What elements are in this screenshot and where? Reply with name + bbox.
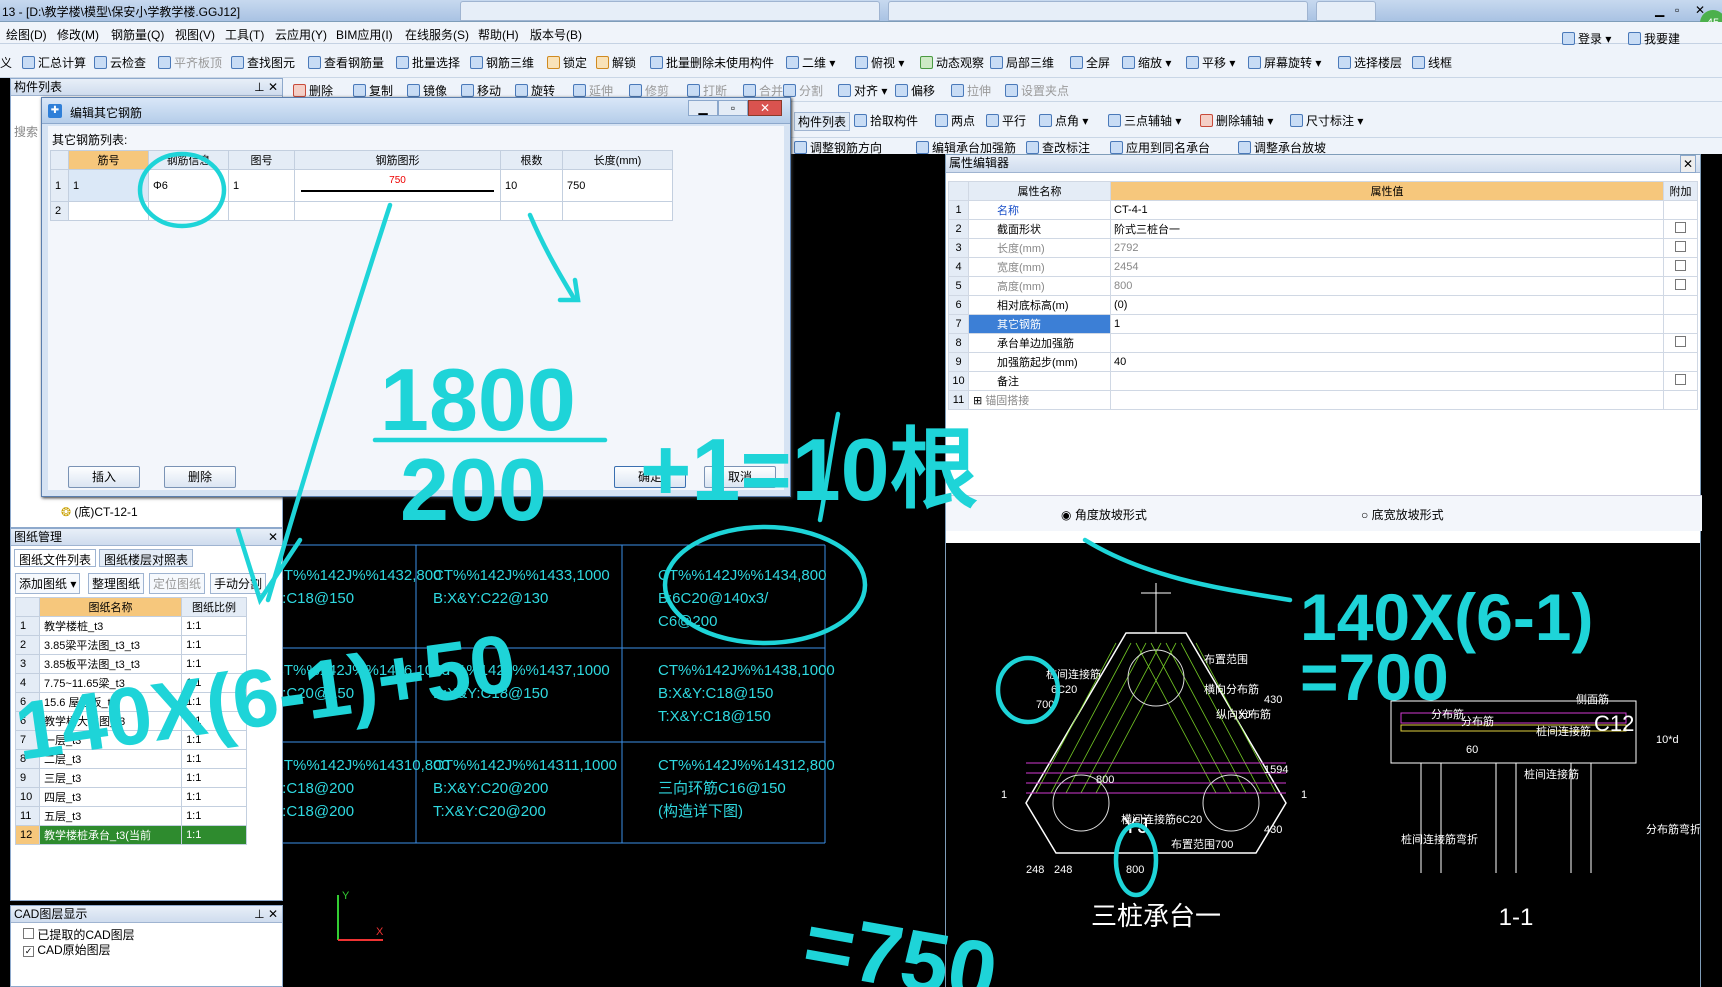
handwriting-overlay: 1800 200 +1=10根 140X(6-1) =700 140X(6-1)… <box>10 151 1594 987</box>
annotation-texts: 1800 200 +1=10根 140X(6-1) =700 140X(6-1)… <box>10 350 1594 987</box>
annotation-200: 200 <box>400 440 547 539</box>
annotation-formula: 140X(6-1)+50 <box>10 618 521 778</box>
annotation-strokes <box>137 151 1293 898</box>
annotation-700: =700 <box>1300 640 1449 714</box>
annotation-10-roots: +1=10根 <box>640 420 978 519</box>
annotation-1800: 1800 <box>380 350 576 449</box>
annotation-750: =750 <box>797 894 1004 987</box>
